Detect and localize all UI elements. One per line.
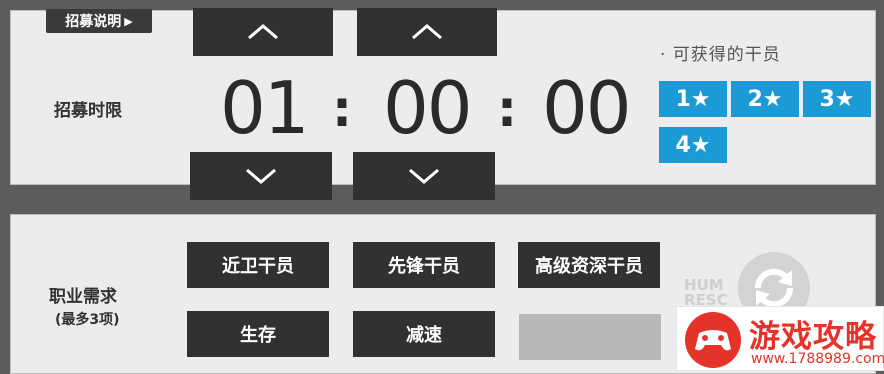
time-separator: :: [497, 80, 517, 138]
star-chip-3: 3★: [803, 81, 871, 117]
seconds-value: 00: [542, 66, 632, 150]
recruit-info-button[interactable]: 招募说明 ▶: [46, 9, 152, 33]
hours-value: 01: [220, 66, 310, 150]
recruit-info-label: 招募说明: [65, 14, 122, 30]
watermark-title: 游戏攻略: [749, 319, 877, 355]
tag-requirement-label: 职业需求: [49, 287, 117, 307]
chevron-down-icon: [246, 168, 276, 184]
tag-survival-button[interactable]: 生存: [187, 311, 329, 357]
play-arrow-icon: ▶: [124, 14, 133, 28]
star-chip-1: 1★: [659, 81, 727, 117]
site-watermark: 游戏攻略 www.1788989.com: [676, 306, 884, 371]
watermark-url: www.1788989.com: [751, 351, 884, 367]
chevron-up-icon: [412, 24, 442, 40]
background-faint-text: HUM RESC: [684, 278, 728, 308]
tag-limit-note: (最多3项): [55, 312, 120, 328]
tag-guard-button[interactable]: 近卫干员: [187, 242, 329, 288]
minute-down-button[interactable]: [353, 152, 495, 200]
chevron-down-icon: [409, 168, 439, 184]
tag-empty-slot: [519, 314, 661, 360]
time-separator: :: [332, 80, 352, 138]
available-operators-title: · 可获得的干员: [660, 45, 781, 65]
tag-slow-button[interactable]: 减速: [353, 311, 495, 357]
tag-senior-operator-button[interactable]: 高级资深干员: [518, 242, 660, 288]
time-limit-label: 招募时限: [54, 101, 122, 121]
hour-down-button[interactable]: [190, 152, 332, 200]
minutes-value: 00: [383, 66, 473, 150]
tag-vanguard-button[interactable]: 先锋干员: [353, 242, 495, 288]
hour-up-button[interactable]: [193, 8, 333, 56]
chevron-up-icon: [248, 24, 278, 40]
star-chip-4: 4★: [659, 127, 727, 163]
star-chip-2: 2★: [731, 81, 799, 117]
gamepad-logo-icon: [685, 312, 741, 368]
minute-up-button[interactable]: [357, 8, 497, 56]
